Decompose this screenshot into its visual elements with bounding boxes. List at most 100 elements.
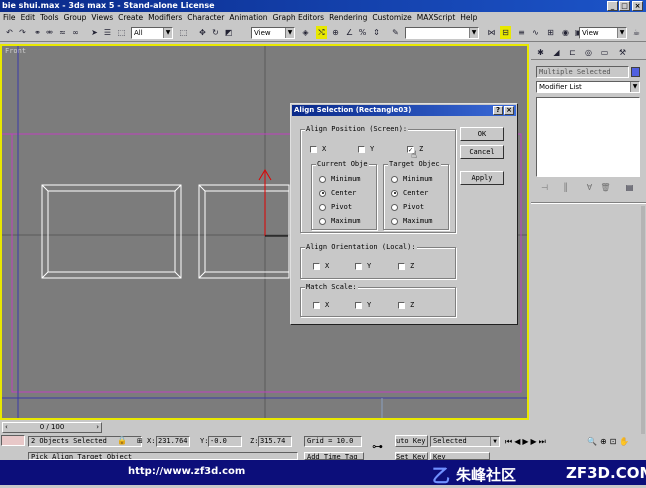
help-button[interactable]: ? (493, 106, 503, 115)
percent-snap-icon[interactable]: % (357, 26, 368, 39)
go-to-start-icon[interactable]: ⏮ (505, 437, 514, 446)
make-unique-icon[interactable]: ∀ (584, 181, 595, 194)
show-end-result-icon[interactable]: ║ (560, 181, 571, 194)
named-selection-sets-dropdown[interactable]: ▼ (405, 27, 479, 39)
menu-animation[interactable]: Animation (226, 12, 269, 24)
position-x-checkbox[interactable]: X (310, 145, 326, 153)
bind-space-warp-icon[interactable]: ≈ (57, 26, 68, 39)
pin-stack-icon[interactable]: ⊣ (539, 181, 550, 194)
y-coord-field[interactable]: -0.0 (208, 436, 242, 447)
remove-modifier-icon[interactable]: 🗑 (600, 181, 611, 194)
redo-icon[interactable]: ↷ (17, 26, 28, 39)
align-icon[interactable]: ⊟ (500, 26, 511, 39)
z-coord-field[interactable]: 315.74 (258, 436, 292, 447)
set-key-icon[interactable]: ⊶ (372, 440, 383, 453)
minimize-button[interactable]: _ (607, 1, 618, 11)
rectangle-region-icon[interactable]: ⬚ (116, 26, 127, 39)
create-tab-icon[interactable]: ✱ (535, 46, 546, 59)
motion-tab-icon[interactable]: ◎ (583, 46, 594, 59)
select-by-name-icon[interactable]: ☰ (102, 26, 113, 39)
curve-editor-icon[interactable]: ∿ (530, 26, 541, 39)
orientation-y-checkbox[interactable]: Y (355, 262, 371, 270)
display-tab-icon[interactable]: ▭ (599, 46, 610, 59)
close-button[interactable]: × (632, 1, 643, 11)
zoom-extents-icon[interactable]: ⊡ (610, 437, 620, 446)
menu-rendering[interactable]: Rendering (326, 12, 369, 24)
named-selection-icon[interactable]: ✎ (390, 26, 401, 39)
x-coord-field[interactable]: 231.764 (156, 436, 190, 447)
window-crossing-icon[interactable]: ⬚ (178, 26, 189, 39)
go-to-end-icon[interactable]: ⏭ (539, 437, 548, 446)
next-frame-icon[interactable]: ▶ (531, 437, 539, 446)
add-time-tag-button[interactable]: Add Time Tag (304, 452, 364, 460)
menu-graph-editors[interactable]: Graph Editors (270, 12, 327, 24)
scale-y-checkbox[interactable]: Y (355, 301, 371, 309)
select-link-icon[interactable]: ⚭ (32, 26, 43, 39)
layer-manager-icon[interactable]: ≡ (516, 26, 527, 39)
object-name-field[interactable]: Multiple Selected (536, 66, 629, 78)
panel-scrollbar[interactable] (641, 206, 645, 434)
snap-toggle-icon[interactable]: ⊕ (330, 26, 341, 39)
menu-character[interactable]: Character (184, 12, 226, 24)
link-chain-icon[interactable]: ∞ (70, 26, 81, 39)
pan-icon[interactable]: ✋ (619, 437, 632, 446)
menu-create[interactable]: Create (115, 12, 145, 24)
select-rotate-icon[interactable]: ↻ (210, 26, 221, 39)
menu-views[interactable]: Views (88, 12, 115, 24)
zoom-icon[interactable]: 🔍 (587, 437, 600, 446)
menu-file[interactable]: File (0, 12, 18, 24)
utilities-tab-icon[interactable]: ⚒ (617, 46, 628, 59)
set-key-button[interactable]: Set Key (395, 452, 428, 460)
unlink-icon[interactable]: ⚮ (44, 26, 55, 39)
select-move-icon[interactable]: ✥ (197, 26, 208, 39)
select-scale-icon[interactable]: ◩ (223, 26, 234, 39)
quick-render-icon[interactable]: ☕ (631, 26, 642, 39)
select-object-icon[interactable]: ➤ (89, 26, 100, 39)
configure-modifier-sets-icon[interactable]: ▤ (624, 181, 635, 194)
scale-z-checkbox[interactable]: Z (398, 301, 414, 309)
material-editor-icon[interactable]: ◉ (560, 26, 571, 39)
mirror-icon[interactable]: ⋈ (486, 26, 497, 39)
target-pivot-radio[interactable]: Pivot (391, 203, 424, 211)
auto-key-button[interactable]: uto Key (395, 435, 428, 447)
modifier-list-dropdown[interactable]: Modifier List ▼ (536, 81, 640, 93)
orientation-x-checkbox[interactable]: X (313, 262, 329, 270)
menu-customize[interactable]: Customize (369, 12, 413, 24)
lock-icon[interactable]: 🔒 (117, 436, 127, 445)
key-mode-dropdown[interactable]: Selected ▼ (430, 436, 500, 447)
hierarchy-tab-icon[interactable]: ⊏ (567, 46, 578, 59)
menu-maxscript[interactable]: MAXScript (414, 12, 458, 24)
orientation-z-checkbox[interactable]: Z (398, 262, 414, 270)
render-type-dropdown[interactable]: View ▼ (579, 27, 627, 39)
selection-filter-dropdown[interactable]: All ▼ (131, 27, 173, 39)
position-y-checkbox[interactable]: Y (358, 145, 374, 153)
schematic-view-icon[interactable]: ⊞ (545, 26, 556, 39)
menu-help[interactable]: Help (457, 12, 479, 24)
scale-x-checkbox[interactable]: X (313, 301, 329, 309)
dialog-close-button[interactable]: × (504, 106, 514, 115)
menu-edit[interactable]: Edit (18, 12, 38, 24)
current-minimum-radio[interactable]: Minimum (319, 175, 361, 183)
play-icon[interactable]: ▶ (522, 437, 530, 446)
reference-coordinate-dropdown[interactable]: View ▼ (251, 27, 295, 39)
zoom-all-icon[interactable]: ⊕ (600, 437, 610, 446)
ok-button[interactable]: OK (460, 127, 504, 141)
time-slider-thumb[interactable]: ‹ 0 / 100 › (2, 422, 102, 433)
menu-modifiers[interactable]: Modifiers (145, 12, 184, 24)
maximize-button[interactable]: □ (619, 1, 630, 11)
key-filters-button[interactable]: Key Filters... (430, 452, 490, 460)
apply-button[interactable]: Apply (460, 171, 504, 185)
current-maximum-radio[interactable]: Maximum (319, 217, 361, 225)
target-minimum-radio[interactable]: Minimum (391, 175, 433, 183)
absolute-mode-icon[interactable]: ⊞ (137, 437, 143, 445)
cancel-button[interactable]: Cancel (460, 145, 504, 159)
menu-tools[interactable]: Tools (37, 12, 60, 24)
modifier-stack-list[interactable] (536, 97, 640, 177)
spinner-snap-icon[interactable]: ⇕ (371, 26, 382, 39)
menu-group[interactable]: Group (61, 12, 89, 24)
current-center-radio[interactable]: Center (319, 189, 356, 197)
modify-tab-icon[interactable]: ◢ (551, 46, 562, 59)
maxscript-listener-mini[interactable] (1, 435, 25, 446)
angle-snap-icon[interactable]: ∠ (344, 26, 355, 39)
pivot-center-icon[interactable]: ◈ (300, 26, 311, 39)
